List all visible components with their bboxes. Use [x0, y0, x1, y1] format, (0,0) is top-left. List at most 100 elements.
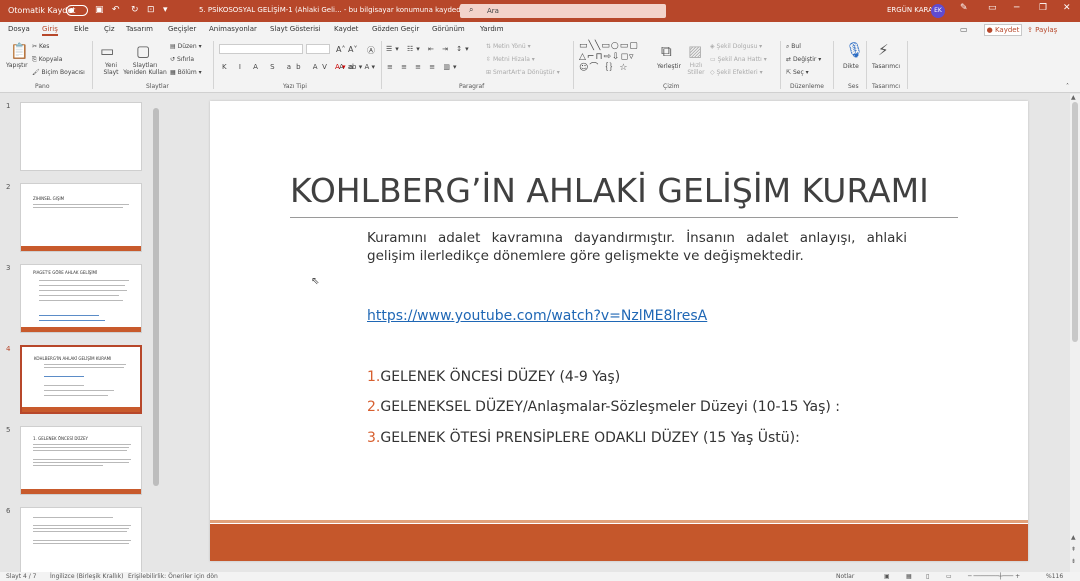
- record-button[interactable]: ● Kaydet: [984, 24, 1022, 36]
- shape-fill-button[interactable]: ◈ Şekil Dolgusu ▾: [710, 43, 762, 50]
- scroll-up-icon[interactable]: ▲: [1071, 534, 1076, 541]
- find-button[interactable]: ⌕ Bul: [786, 43, 801, 51]
- customize-qat-icon[interactable]: ▾: [163, 5, 168, 15]
- copy-button[interactable]: ⎘ Kopyala: [32, 56, 62, 64]
- close-icon[interactable]: ✕: [1063, 3, 1071, 13]
- autosave-toggle[interactable]: [66, 5, 88, 16]
- tab-dosya[interactable]: Dosya: [8, 25, 30, 33]
- arrange-button[interactable]: Yerleştir: [657, 63, 681, 70]
- select-button[interactable]: ⇱ Seç ▾: [786, 69, 809, 76]
- notes-button[interactable]: Notlar: [836, 573, 854, 580]
- tab-giris[interactable]: Giriş: [42, 25, 58, 36]
- reset-button[interactable]: ↺ Sıfırla: [170, 56, 194, 63]
- tab-ciz[interactable]: Çiz: [104, 25, 115, 33]
- list-item[interactable]: 2.GELENEKSEL DÜZEY/Anlaşmalar-Sözleşmele…: [367, 399, 840, 415]
- tab-animasyonlar[interactable]: Animasyonlar: [209, 25, 257, 33]
- tab-yardim[interactable]: Yardım: [480, 25, 504, 33]
- slide-body-text[interactable]: Kuramını adalet kavramına dayandırmıştır…: [367, 229, 907, 265]
- shape-effects-button[interactable]: ◇ Şekil Efektleri ▾: [710, 69, 763, 76]
- layout-button[interactable]: ▤ Düzen ▾: [170, 43, 202, 50]
- save-icon[interactable]: ▣: [95, 5, 104, 15]
- shapes-gallery[interactable]: ▭╲╲▭○▭▢ △⌐⊓⇨⇩◻▿ ☺⌒｛｝☆: [579, 41, 639, 74]
- share-button[interactable]: ⇪ Paylaş: [1027, 24, 1067, 36]
- slide-scrollbar[interactable]: ▲ ▲ ⇞ ⇟: [1070, 94, 1080, 572]
- slide-thumbnail-1[interactable]: [20, 102, 142, 171]
- tab-tasarim[interactable]: Tasarım: [126, 25, 153, 33]
- search-box[interactable]: ⌕ Ara: [460, 4, 666, 18]
- next-slide-icon[interactable]: ⇟: [1071, 558, 1076, 565]
- text-direction-button[interactable]: ⇅ Metin Yönü ▾: [486, 43, 531, 50]
- reuse-slides-icon[interactable]: ▢: [136, 42, 150, 60]
- format-painter-button[interactable]: 🖌 Biçim Boyacısı: [32, 69, 85, 76]
- slide-thumbnail-5[interactable]: 1. GELENEK ÖNCESİ DÜZEY: [20, 426, 142, 495]
- shape-outline-label: Şekil Ana Hattı: [717, 56, 762, 63]
- user-name[interactable]: ERGÜN KARA: [887, 6, 933, 14]
- list-item-number: 2.: [367, 399, 381, 415]
- thumbnail-scrollbar[interactable]: [151, 96, 161, 572]
- previous-slide-icon[interactable]: ⇞: [1071, 546, 1076, 553]
- list-icons[interactable]: ☰▾ ☷▾ ⇤ ⇥ ↕▾: [386, 45, 472, 53]
- align-icons[interactable]: ≡ ≡ ≡ ≡ ▥▾: [387, 63, 460, 71]
- slide-thumbnail-3[interactable]: PIAGET'E GÖRE AHLAK GELİŞİMİ: [20, 264, 142, 333]
- section-button[interactable]: ▦ Bölüm ▾: [170, 69, 202, 76]
- collapse-ribbon-icon[interactable]: ˄: [1066, 83, 1069, 90]
- align-text-button[interactable]: ⇳ Metni Hizala ▾: [486, 56, 535, 63]
- scrollbar-thumb[interactable]: [153, 108, 159, 486]
- normal-view-icon[interactable]: ▣: [884, 573, 890, 580]
- microphone-icon[interactable]: 🎙: [845, 41, 864, 59]
- youtube-link[interactable]: https://www.youtube.com/watch?v=NzlME8lr…: [367, 308, 707, 324]
- tab-gecisler[interactable]: Geçişler: [168, 25, 196, 33]
- scroll-up-icon[interactable]: ▲: [1071, 94, 1076, 101]
- grow-font-icon[interactable]: A˄ A˅: [336, 45, 358, 54]
- paste-icon[interactable]: 📋: [10, 42, 29, 60]
- slide-thumbnail-6[interactable]: [20, 507, 142, 576]
- reading-view-icon[interactable]: ▯: [926, 573, 929, 580]
- slide-4[interactable]: KOHLBERG’İN AHLAKİ GELİŞİM KURAMI Kuramı…: [210, 101, 1028, 561]
- pen-icon[interactable]: ✎: [960, 3, 968, 13]
- accessibility-indicator[interactable]: Erişilebilirlik: Öneriler için dön: [128, 573, 218, 580]
- font-name-box[interactable]: [219, 44, 303, 54]
- zoom-slider[interactable]: ─ ───────┼─── +: [968, 573, 1020, 580]
- tab-slayt-gosterisi[interactable]: Slayt Gösterisi: [270, 25, 321, 33]
- font-color-icon[interactable]: A ▾ ab ▾ A ▾: [335, 63, 375, 71]
- quick-styles-button[interactable]: Hızlı Stiller: [684, 62, 708, 76]
- dictate-button[interactable]: Dikte: [843, 63, 859, 70]
- undo-icon[interactable]: ↶: [112, 5, 120, 15]
- designer-icon[interactable]: ⚡: [878, 41, 889, 59]
- shape-outline-button[interactable]: ▭ Şekil Ana Hattı ▾: [710, 56, 767, 63]
- slide-sorter-icon[interactable]: ▦: [906, 573, 912, 580]
- new-slide-icon[interactable]: ▭: [100, 42, 114, 60]
- list-item[interactable]: 1.GELENEK ÖNCESİ DÜZEY (4-9 Yaş): [367, 369, 620, 385]
- zoom-level[interactable]: %116: [1046, 573, 1063, 580]
- slide-title[interactable]: KOHLBERG’İN AHLAKİ GELİŞİM KURAMI: [290, 171, 929, 210]
- minimize-icon[interactable]: ─: [1014, 3, 1019, 13]
- thumbnail-text-line: [33, 525, 131, 526]
- tab-kaydet[interactable]: Kaydet: [334, 25, 358, 33]
- designer-button[interactable]: Tasarımcı: [872, 63, 900, 70]
- comment-icon[interactable]: ▭: [960, 25, 968, 34]
- paste-button[interactable]: Yapıştır: [6, 62, 28, 69]
- scrollbar-thumb[interactable]: [1072, 102, 1078, 342]
- tab-gozden-gecir[interactable]: Gözden Geçir: [372, 25, 419, 33]
- tab-ekle[interactable]: Ekle: [74, 25, 89, 33]
- slide-thumbnail-4[interactable]: KOHLBERG'İN AHLAKİ GELİŞİM KURAMI: [20, 345, 142, 414]
- avatar[interactable]: EK: [931, 4, 945, 18]
- language-indicator[interactable]: İngilizce (Birleşik Krallık): [50, 573, 123, 580]
- quick-styles-icon[interactable]: ▨: [688, 42, 702, 60]
- arrange-icon[interactable]: ⧉: [661, 42, 672, 60]
- tab-gorunum[interactable]: Görünüm: [432, 25, 465, 33]
- font-size-box[interactable]: [306, 44, 330, 54]
- slide-thumbnail-2[interactable]: ZIHINSEL GIŞIM: [20, 183, 142, 252]
- clear-format-icon[interactable]: Ⓐ: [367, 45, 375, 56]
- maximize-icon[interactable]: ❐: [1039, 3, 1047, 13]
- new-slide-button[interactable]: Yeni Slayt: [98, 62, 124, 76]
- present-icon[interactable]: ⊡: [147, 5, 155, 15]
- cut-button[interactable]: ✂ Kes: [32, 43, 49, 50]
- ribbon-display-icon[interactable]: ▭: [988, 3, 997, 13]
- replace-button[interactable]: ⇄ Değiştir ▾: [786, 56, 821, 63]
- redo-icon[interactable]: ↻: [131, 5, 139, 15]
- slideshow-icon[interactable]: ▭: [946, 573, 952, 580]
- list-item[interactable]: 3.GELENEK ÖTESİ PRENSİPLERE ODAKLI DÜZEY…: [367, 430, 800, 446]
- reuse-slides-button[interactable]: Slaytları Yeniden Kullan: [122, 62, 168, 76]
- smartart-button[interactable]: ⊞ SmartArt'a Dönüştür ▾: [486, 69, 560, 76]
